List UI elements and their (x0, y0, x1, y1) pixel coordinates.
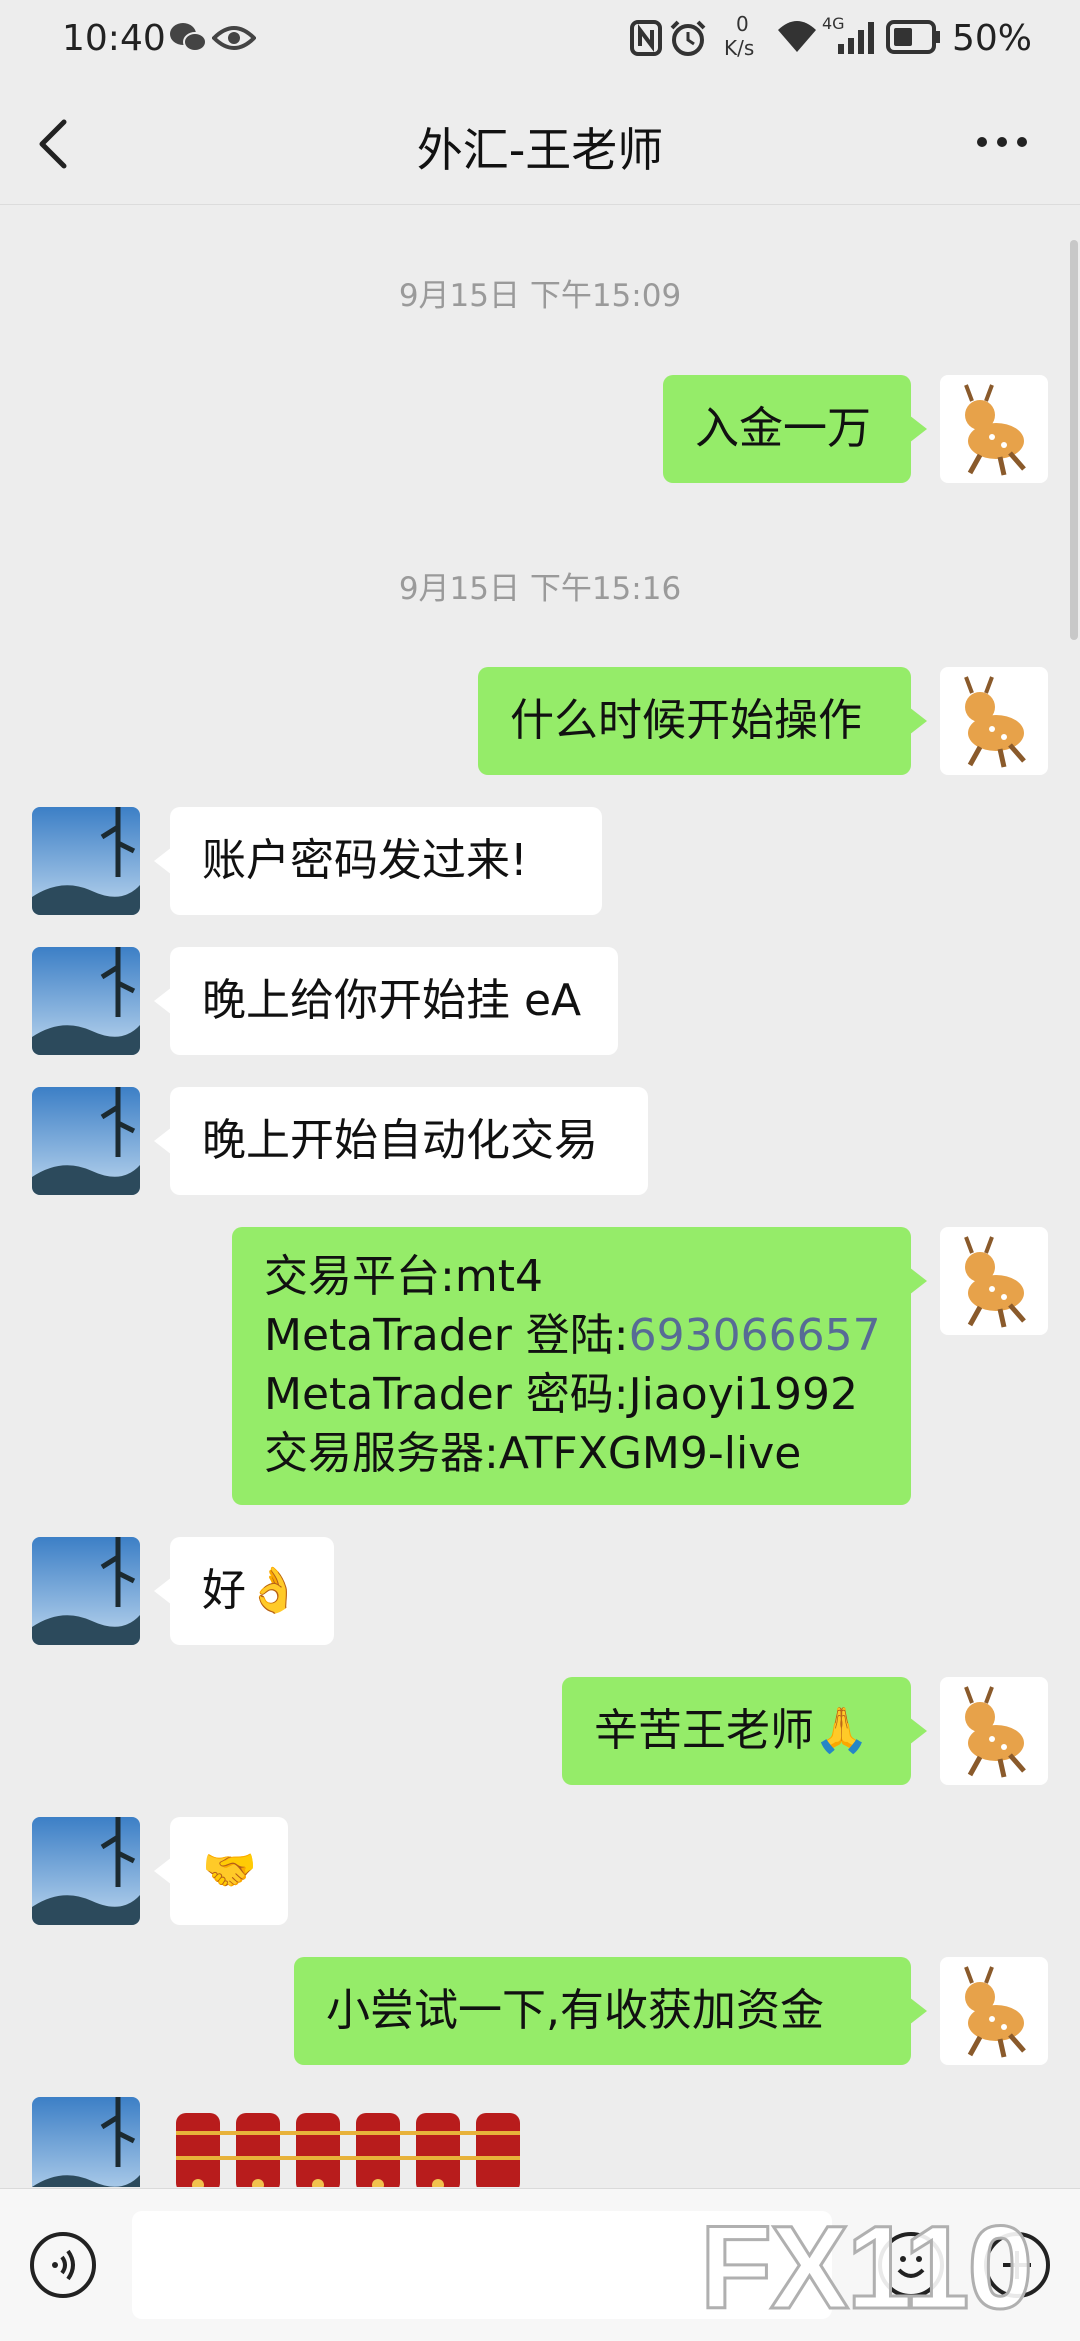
timestamp: 9月15日 下午15:16 (398, 571, 682, 607)
more-icon[interactable] (974, 134, 1030, 150)
chat-header: 外汇-王老师 (0, 80, 1080, 205)
message-text: 小尝试一下,有收获加资金 (326, 1985, 824, 2036)
net-speed-value: 0 (736, 12, 749, 36)
my-avatar[interactable] (940, 1677, 1048, 1785)
contact-avatar[interactable] (32, 947, 140, 1055)
voice-button[interactable] (30, 2232, 96, 2298)
status-bar: 10:40 0 K/s 4G 50% (0, 0, 1080, 80)
chat-area[interactable]: 9月15日 下午15:09 9月15日 下午15:16 入金一万 什么时候开始操… (0, 205, 1080, 2187)
message-text: 好👌 (202, 1565, 301, 1616)
message-bubble-mine[interactable]: 交易平台:mt4 MetaTrader 登陆:693066657 MetaTra… (232, 1227, 927, 1505)
wifi-icon (778, 21, 816, 52)
chat-title: 外汇-王老师 (416, 123, 664, 177)
battery-percent: 50% (952, 18, 1033, 59)
credential-value: ATFXGM9-live (498, 1428, 802, 1479)
credential-value: mt4 (454, 1251, 543, 1302)
contact-avatar[interactable] (32, 807, 140, 915)
account-number-link[interactable]: 693066657 (629, 1310, 881, 1361)
timestamp: 9月15日 下午15:09 (398, 278, 682, 314)
contact-avatar[interactable] (32, 2097, 140, 2187)
message-bubble-mine[interactable]: 小尝试一下,有收获加资金 (294, 1957, 927, 2065)
my-avatar[interactable] (940, 1957, 1048, 2065)
message-text: 什么时候开始操作 (510, 695, 862, 746)
credential-label: 交易平台: (264, 1251, 455, 1302)
message-bubble-mine[interactable]: 什么时候开始操作 (478, 667, 927, 775)
message-text: 账户密码发过来! (202, 835, 528, 886)
net-speed-unit: K/s (724, 36, 755, 60)
credential-line-password: MetaTrader 密码:Jiaoyi1992 (264, 1365, 858, 1425)
message-bubble-mine[interactable]: 入金一万 (663, 375, 927, 483)
message-bubble-theirs[interactable]: 🤝 (154, 1817, 288, 1925)
credential-label: MetaTrader 登陆: (264, 1310, 629, 1361)
message-bubble-theirs[interactable]: 账户密码发过来! (154, 807, 602, 915)
message-text: 辛苦王老师🙏 (594, 1705, 869, 1756)
nfc-icon (630, 20, 662, 56)
message-bubble-theirs[interactable]: 好👌 (154, 1537, 334, 1645)
message-bubble-theirs[interactable]: 晚上给你开始挂 eA (154, 947, 618, 1055)
voice-icon (52, 2249, 75, 2281)
watermark: FX110 (698, 2201, 1034, 2336)
my-avatar[interactable] (940, 667, 1048, 775)
alarm-icon (670, 20, 706, 56)
credential-line-platform: 交易平台:mt4 (264, 1247, 543, 1307)
my-avatar[interactable] (940, 375, 1048, 483)
message-text: 晚上开始自动化交易 (202, 1115, 598, 1166)
message-bubble-theirs[interactable]: 晚上开始自动化交易 (154, 1087, 648, 1195)
message-text: 入金一万 (695, 403, 871, 454)
message-text: 晚上给你开始挂 eA (202, 975, 582, 1026)
credential-label: 交易服务器: (264, 1428, 499, 1479)
eye-icon (212, 26, 256, 50)
credential-label: MetaTrader 密码: (264, 1369, 629, 1420)
message-bubble-mine[interactable]: 辛苦王老师🙏 (562, 1677, 927, 1785)
credential-line-server: 交易服务器:ATFXGM9-live (264, 1424, 801, 1484)
signal-icon (838, 22, 874, 54)
wechat-icon (170, 23, 207, 52)
scrollbar[interactable] (1070, 240, 1078, 640)
contact-avatar[interactable] (32, 1817, 140, 1925)
credential-line-login: MetaTrader 登陆:693066657 (264, 1306, 881, 1366)
firecracker-sticker[interactable] (170, 2103, 530, 2187)
my-avatar[interactable] (940, 1227, 1048, 1335)
credential-value: Jiaoyi1992 (628, 1369, 858, 1420)
battery-icon (886, 20, 940, 54)
contact-avatar[interactable] (32, 1537, 140, 1645)
message-text: 🤝 (202, 1845, 257, 1896)
contact-avatar[interactable] (32, 1087, 140, 1195)
status-time: 10:40 (62, 18, 166, 59)
